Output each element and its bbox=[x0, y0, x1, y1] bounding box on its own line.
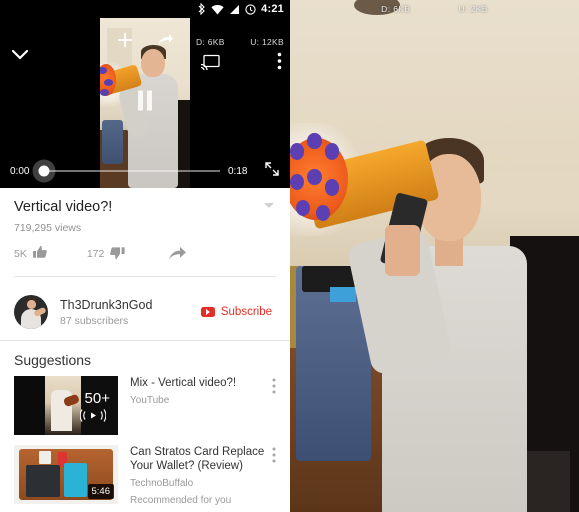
fullscreen-video-panel[interactable]: D: 6KB U: 2KB bbox=[290, 0, 579, 512]
network-traffic: D: 6KB U: 2KB bbox=[290, 4, 579, 14]
current-time-label: 0:00 bbox=[10, 165, 30, 177]
youtube-play-icon bbox=[200, 307, 215, 317]
channel-info: Th3Drunk3nGod 87 subscribers bbox=[60, 298, 201, 327]
dislike-button[interactable]: 172 bbox=[87, 244, 127, 264]
upload-rate-label: U: 12KB bbox=[250, 37, 284, 47]
suggestion-text: Can Stratos Card Replace Your Wallet? (R… bbox=[118, 445, 272, 507]
alarm-icon bbox=[245, 3, 256, 15]
suggestion-thumbnail[interactable]: 5:46 bbox=[14, 445, 118, 504]
channel-row[interactable]: Th3Drunk3nGod 87 subscribers Subscribe bbox=[0, 288, 290, 336]
network-traffic: D: 6KB U: 12KB bbox=[190, 37, 290, 47]
list-item[interactable]: 5:46 Can Stratos Card Replace Your Walle… bbox=[0, 445, 290, 507]
suggestion-subtitle: TechnoBuffalo bbox=[130, 478, 194, 489]
download-rate-label: D: 6KB bbox=[196, 37, 225, 47]
seek-track bbox=[42, 170, 220, 172]
pause-icon[interactable] bbox=[136, 90, 154, 117]
channel-name: Th3Drunk3nGod bbox=[60, 297, 153, 312]
seek-bar[interactable] bbox=[38, 164, 220, 178]
suggestions-heading: Suggestions bbox=[14, 352, 92, 368]
screenshot-root: 4:21 0:00 0:18 D: 6KB U: 12KB Vertical v… bbox=[0, 0, 579, 512]
clock-time: 4:21 bbox=[261, 3, 284, 15]
suggestion-reason: Recommended for you bbox=[130, 495, 232, 506]
player-top-right: D: 6KB U: 12KB bbox=[190, 36, 290, 84]
avatar[interactable] bbox=[14, 295, 48, 329]
player-top-actions bbox=[100, 18, 190, 66]
suggestion-subtitle: YouTube bbox=[130, 395, 170, 406]
kebab-menu-icon[interactable] bbox=[272, 445, 276, 468]
seek-thumb[interactable] bbox=[38, 165, 50, 177]
fullscreen-expand-icon[interactable] bbox=[264, 161, 280, 182]
bluetooth-icon bbox=[198, 3, 206, 15]
status-bar: 4:21 bbox=[0, 0, 290, 18]
suggestion-title: Mix - Vertical video?! bbox=[130, 377, 237, 389]
dislike-count: 172 bbox=[86, 248, 105, 260]
like-button[interactable]: 5K bbox=[14, 244, 49, 264]
chevron-down-icon[interactable] bbox=[262, 198, 276, 217]
kebab-menu-icon[interactable] bbox=[272, 376, 276, 399]
suggestion-text: Mix - Vertical video?! YouTube bbox=[118, 376, 272, 407]
view-count: 719,295 views bbox=[14, 222, 82, 234]
signal-icon bbox=[229, 4, 240, 15]
divider bbox=[0, 340, 290, 341]
suggestion-title: Can Stratos Card Replace Your Wallet? (R… bbox=[130, 446, 265, 472]
page-title: Vertical video?! bbox=[14, 199, 113, 215]
player-controls[interactable]: 0:00 0:18 bbox=[0, 154, 290, 188]
title-row[interactable]: Vertical video?! bbox=[14, 198, 276, 217]
subscriber-count: 87 subscribers bbox=[60, 314, 129, 327]
kebab-menu-icon[interactable] bbox=[277, 52, 282, 75]
subscribe-label: Subscribe bbox=[220, 306, 272, 318]
chevron-down-icon[interactable] bbox=[10, 48, 30, 67]
duration-label: 0:18 bbox=[228, 165, 248, 177]
share-arrow-icon bbox=[168, 244, 187, 264]
thumbs-down-icon bbox=[109, 244, 126, 264]
divider bbox=[14, 276, 276, 277]
share-arrow-icon[interactable] bbox=[156, 31, 174, 54]
mix-radio-icon bbox=[79, 409, 107, 427]
mix-count-label: 50+ bbox=[84, 390, 110, 407]
thumbs-up-icon bbox=[32, 244, 49, 264]
phone-panel: 4:21 0:00 0:18 D: 6KB U: 12KB Vertical v… bbox=[0, 0, 290, 512]
list-item[interactable]: 50+ Mix - Vertical video?! YouTube bbox=[0, 376, 290, 435]
cast-icon[interactable] bbox=[200, 54, 220, 75]
action-row: 5K 172 bbox=[14, 244, 276, 264]
plus-icon[interactable] bbox=[116, 31, 134, 54]
upload-rate-label: U: 2KB bbox=[458, 4, 488, 14]
video-player[interactable]: 0:00 0:18 D: 6KB U: 12KB bbox=[0, 18, 290, 188]
video-duration-badge: 5:46 bbox=[87, 484, 114, 499]
wifi-icon bbox=[211, 4, 224, 15]
share-button[interactable] bbox=[168, 244, 187, 264]
suggestions-list: 50+ Mix - Vertical video?! YouTube 5:46 … bbox=[0, 376, 290, 512]
subscribe-button[interactable]: Subscribe bbox=[200, 306, 276, 318]
download-rate-label: D: 6KB bbox=[381, 4, 411, 14]
suggestion-thumbnail[interactable]: 50+ bbox=[14, 376, 118, 435]
video-meta: Vertical video?! 719,295 views 5K 172 bbox=[0, 188, 290, 277]
like-count: 5K bbox=[14, 248, 27, 260]
